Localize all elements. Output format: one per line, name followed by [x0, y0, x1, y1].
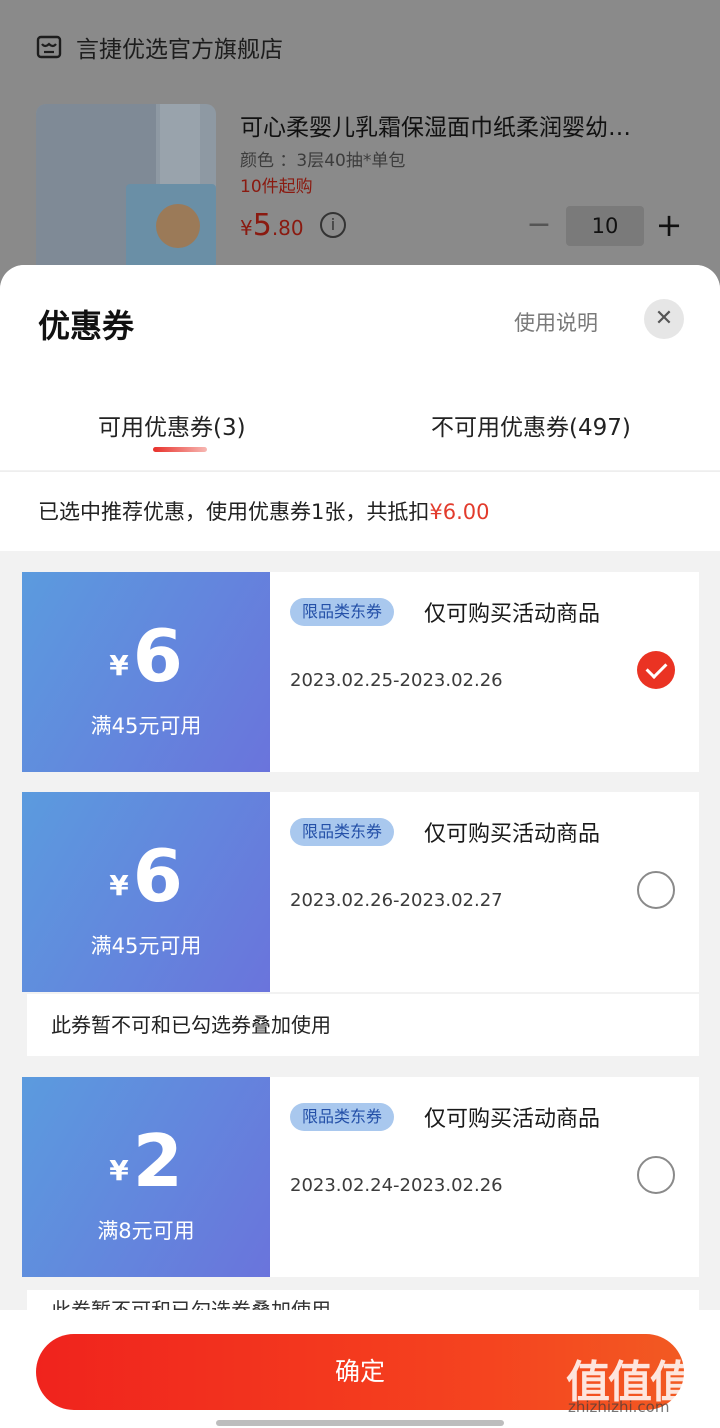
coupon-sheet: 优惠券 使用说明 ✕ 可用优惠券(3) 不可用优惠券(497) 已选中推荐优惠，…	[0, 265, 720, 1428]
coupon-description: 仅可购买活动商品	[424, 1107, 601, 1132]
coupon-category-tag: 限品类东券	[290, 1103, 395, 1131]
sheet-title: 优惠券	[38, 307, 135, 345]
coupon-checkbox-checked[interactable]	[637, 651, 675, 689]
product-price: ¥ 5 .80	[240, 208, 304, 243]
store-icon	[36, 35, 62, 59]
coupon-condition: 满8元可用	[97, 1219, 195, 1243]
coupon-value-panel: ¥6 满45元可用	[16, 572, 270, 772]
selection-summary: 已选中推荐优惠，使用优惠券1张，共抵扣¥6.00	[0, 471, 720, 551]
min-purchase-label: 10件起购	[240, 177, 313, 197]
quantity-increase-button[interactable]: +	[654, 208, 684, 242]
shop-name: 言捷优选官方旗舰店	[76, 37, 283, 63]
product-title[interactable]: 可心柔婴儿乳霜保湿面巾纸柔润婴幼…	[240, 108, 690, 142]
close-icon: ✕	[654, 306, 674, 331]
sheet-header: 优惠券 使用说明 ✕ 可用优惠券(3) 不可用优惠券(497)	[0, 265, 720, 470]
coupon-validity-date: 2023.02.26-2023.02.27	[290, 890, 503, 911]
summary-amount: ¥6.00	[429, 500, 490, 524]
coupon-card[interactable]: ¥6 满45元可用 限品类东券 仅可购买活动商品 2023.02.25-2023…	[16, 572, 699, 772]
quantity-decrease-button[interactable]: −	[524, 210, 554, 240]
coupon-description: 仅可购买活动商品	[424, 822, 601, 847]
coupon-checkbox[interactable]	[637, 871, 675, 909]
coupon-amount: ¥6	[109, 614, 183, 698]
usage-instructions-link[interactable]: 使用说明	[514, 307, 598, 337]
price-info-icon[interactable]: i	[320, 212, 346, 238]
coupon-condition: 满45元可用	[90, 714, 202, 738]
coupon-value-panel: ¥6 满45元可用	[16, 792, 270, 992]
coupon-validity-date: 2023.02.25-2023.02.26	[290, 670, 503, 691]
coupon-amount: ¥2	[109, 1119, 183, 1203]
background-order-page: 言捷优选官方旗舰店 可心柔婴儿乳霜保湿面巾纸柔润婴幼… 颜色 ：3层40抽*单包…	[0, 0, 720, 300]
home-indicator[interactable]	[216, 1420, 504, 1426]
coupon-conflict-note: 此券暂不可和已勾选券叠加使用	[27, 994, 699, 1056]
shop-row[interactable]: 言捷优选官方旗舰店	[36, 30, 283, 64]
tab-unavailable-coupons[interactable]: 不可用优惠券(497)	[431, 408, 631, 442]
coupon-checkbox[interactable]	[637, 1156, 675, 1194]
coupon-condition: 满45元可用	[90, 934, 202, 958]
coupon-conflict-note: 此券暂不可和已勾选券叠加使用	[27, 1290, 699, 1312]
coupon-category-tag: 限品类东券	[290, 598, 395, 626]
tab-available-coupons[interactable]: 可用优惠券(3)	[98, 408, 246, 442]
active-tab-indicator	[153, 447, 207, 452]
close-button[interactable]: ✕	[644, 299, 684, 339]
coupon-amount: ¥6	[109, 834, 183, 918]
coupon-card[interactable]: ¥6 满45元可用 限品类东券 仅可购买活动商品 2023.02.26-2023…	[16, 792, 699, 992]
watermark-logo: 值值值 zhizhizhi.com	[566, 1357, 694, 1416]
coupon-card[interactable]: ¥2 满8元可用 限品类东券 仅可购买活动商品 2023.02.24-2023.…	[16, 1077, 699, 1277]
coupon-validity-date: 2023.02.24-2023.02.26	[290, 1175, 503, 1196]
coupon-value-panel: ¥2 满8元可用	[16, 1077, 270, 1277]
coupon-category-tag: 限品类东券	[290, 818, 395, 846]
product-image[interactable]	[36, 104, 216, 274]
product-spec: 颜色 ：3层40抽*单包	[240, 151, 406, 171]
quantity-input[interactable]: 10	[566, 206, 644, 246]
coupon-description: 仅可购买活动商品	[424, 602, 601, 627]
